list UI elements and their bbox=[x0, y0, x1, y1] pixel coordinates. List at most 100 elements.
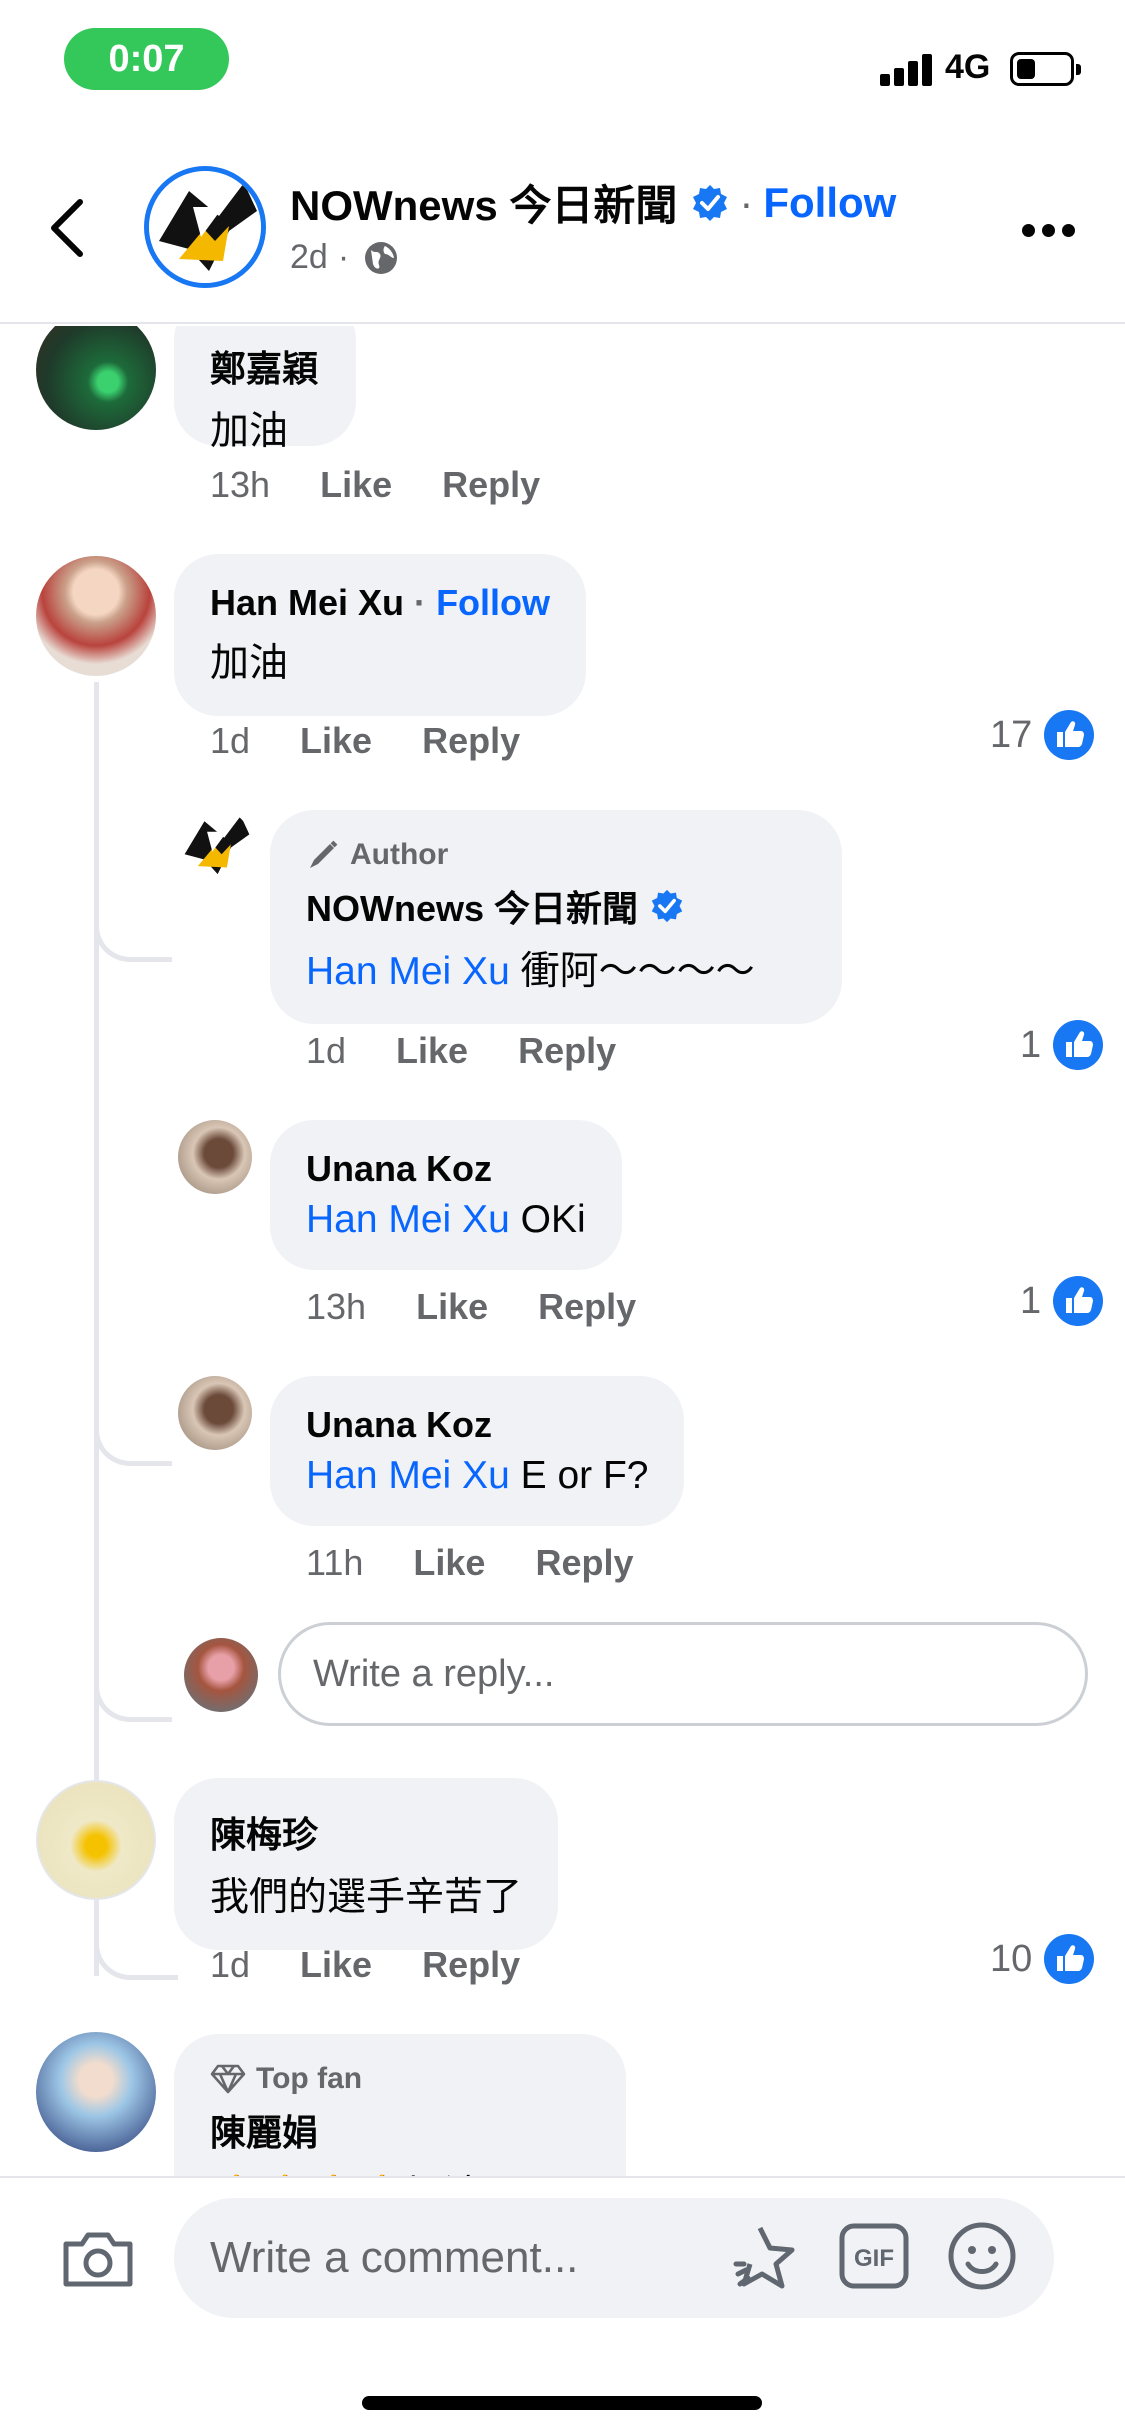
reply-button[interactable]: Reply bbox=[535, 1542, 633, 1584]
follow-user-button[interactable]: Follow bbox=[436, 582, 550, 623]
avatar bbox=[184, 1638, 258, 1712]
comment-bubble: 陳梅珍 我們的選手辛苦了 bbox=[174, 1778, 559, 1950]
avatar[interactable] bbox=[36, 1780, 156, 1900]
verified-icon bbox=[693, 184, 728, 221]
like-count: 17 bbox=[990, 713, 1033, 756]
follow-page-button[interactable]: Follow bbox=[763, 179, 896, 227]
camera-icon[interactable] bbox=[60, 2228, 136, 2290]
comment-time: 13h bbox=[210, 464, 271, 505]
mention-link[interactable]: Han Mei Xu bbox=[306, 1454, 510, 1497]
comment-actions: 13h Like Reply bbox=[306, 1286, 686, 1328]
reply-button[interactable]: Reply bbox=[442, 464, 540, 506]
like-button[interactable]: Like bbox=[300, 1944, 372, 1986]
page-avatar[interactable] bbox=[178, 808, 252, 882]
sticker-icon[interactable] bbox=[730, 2220, 804, 2294]
comment-text: OKi bbox=[520, 1198, 586, 1241]
comment-author[interactable]: 陳麗娟 bbox=[210, 2104, 590, 2156]
comment-author[interactable]: Unana Koz bbox=[306, 1404, 648, 1446]
pencil-icon bbox=[310, 840, 338, 868]
like-icon bbox=[1053, 1020, 1104, 1070]
comment-time: 1d bbox=[210, 1944, 251, 1985]
like-button[interactable]: Like bbox=[396, 1030, 468, 1072]
comment-time: 1d bbox=[306, 1030, 347, 1071]
post-age: 2d bbox=[290, 238, 328, 276]
reaction-count[interactable]: 17 bbox=[990, 710, 1095, 760]
comment-actions: 1d Like Reply bbox=[210, 1944, 570, 1986]
header-separator: · bbox=[739, 178, 754, 226]
like-count: 10 bbox=[990, 1937, 1033, 1980]
reply-button[interactable]: Reply bbox=[422, 720, 520, 762]
avatar[interactable] bbox=[36, 2032, 156, 2152]
comment-text: 加油 bbox=[210, 410, 289, 453]
like-count: 1 bbox=[1020, 1279, 1042, 1322]
like-icon bbox=[1053, 1276, 1104, 1326]
comment-bubble: Han Mei Xu · Follow 加油 bbox=[174, 554, 587, 716]
comment-bubble: 鄭嘉穎 加油 bbox=[174, 326, 356, 453]
gif-icon[interactable]: GIF bbox=[838, 2220, 910, 2292]
like-icon bbox=[1044, 1934, 1095, 1984]
author-badge: Author bbox=[350, 838, 449, 871]
verified-icon bbox=[651, 889, 683, 923]
comment-text: 加油 bbox=[210, 642, 289, 685]
reply-input[interactable]: Write a reply... bbox=[278, 1622, 1088, 1726]
globe-icon bbox=[365, 241, 398, 274]
emoji-icon[interactable] bbox=[946, 2220, 1018, 2292]
svg-text:GIF: GIF bbox=[854, 2245, 894, 2272]
reply-button[interactable]: Reply bbox=[518, 1030, 616, 1072]
comment-time: 11h bbox=[306, 1542, 364, 1583]
back-chevron-icon[interactable] bbox=[48, 198, 88, 258]
thread-line bbox=[94, 1386, 172, 1466]
home-indicator bbox=[362, 2396, 762, 2410]
avatar[interactable] bbox=[178, 1120, 252, 1194]
comment-placeholder: Write a comment... bbox=[210, 2233, 579, 2282]
like-button[interactable]: Like bbox=[300, 720, 372, 762]
mention-link[interactable]: Han Mei Xu bbox=[306, 1198, 510, 1241]
page-avatar[interactable] bbox=[144, 166, 266, 288]
reaction-count[interactable]: 10 bbox=[990, 1934, 1095, 1984]
reply-bubble: Unana Koz Han Mei Xu OKi bbox=[270, 1120, 622, 1270]
comment-author[interactable]: NOWnews 今日新聞 bbox=[306, 880, 638, 932]
reply-bubble: Author NOWnews 今日新聞 Han Mei Xu 衝阿～～～～ bbox=[270, 810, 842, 1024]
like-button[interactable]: Like bbox=[416, 1286, 488, 1328]
signal-icon bbox=[880, 52, 934, 86]
post-header: NOWnews 今日新聞 · Follow 2d · bbox=[0, 120, 1125, 324]
more-icon[interactable] bbox=[1022, 224, 1075, 237]
thread-line bbox=[94, 882, 172, 962]
like-icon bbox=[1044, 710, 1095, 760]
reply-button[interactable]: Reply bbox=[422, 1944, 520, 1986]
mention-link[interactable]: Han Mei Xu bbox=[306, 950, 510, 993]
diamond-icon bbox=[210, 2064, 246, 2094]
status-time: 0:07 bbox=[64, 28, 229, 90]
comment-text: 我們的選手辛苦了 bbox=[210, 1876, 523, 1919]
comment-author[interactable]: Unana Koz bbox=[306, 1148, 586, 1190]
thread-line bbox=[94, 1896, 178, 1980]
comment-author[interactable]: 鄭嘉穎 bbox=[210, 340, 320, 392]
reaction-count[interactable]: 1 bbox=[1020, 1276, 1104, 1326]
comment-input[interactable]: Write a comment... bbox=[174, 2198, 1054, 2318]
comment-author[interactable]: Han Mei Xu bbox=[210, 582, 404, 623]
page-name[interactable]: NOWnews 今日新聞 bbox=[290, 172, 677, 233]
comment-time: 1d bbox=[210, 720, 251, 761]
comment-actions: 1d Like Reply bbox=[306, 1030, 666, 1072]
reaction-count[interactable]: 1 bbox=[1020, 1020, 1104, 1070]
avatar[interactable] bbox=[36, 556, 156, 676]
top-fan-badge: Top fan bbox=[256, 2062, 363, 2095]
avatar[interactable] bbox=[36, 326, 156, 430]
comment-composer: Write a comment... GIF bbox=[0, 2176, 1125, 2436]
comment-time: 13h bbox=[306, 1286, 367, 1327]
comments-list: 鄭嘉穎 加油 13h Like Reply Han Mei Xu · Follo… bbox=[0, 326, 1125, 2176]
comment-actions: 11h Like Reply bbox=[306, 1542, 684, 1584]
thread-line bbox=[94, 1642, 172, 1722]
comment-text: E or F? bbox=[520, 1454, 649, 1497]
comment-bubble: Top fan 陳麗娟 👍👍👍👍加油！ bbox=[174, 2034, 626, 2176]
comment-author[interactable]: 陳梅珍 bbox=[210, 1806, 522, 1858]
reply-bubble: Unana Koz Han Mei Xu E or F? bbox=[270, 1376, 685, 1526]
battery-icon bbox=[1010, 52, 1081, 86]
like-button[interactable]: Like bbox=[320, 464, 392, 506]
like-button[interactable]: Like bbox=[413, 1542, 485, 1584]
follow-separator: · bbox=[414, 582, 427, 623]
avatar[interactable] bbox=[178, 1376, 252, 1450]
comment-actions: 13h Like Reply bbox=[210, 464, 590, 506]
like-count: 1 bbox=[1020, 1023, 1042, 1066]
reply-button[interactable]: Reply bbox=[538, 1286, 636, 1328]
